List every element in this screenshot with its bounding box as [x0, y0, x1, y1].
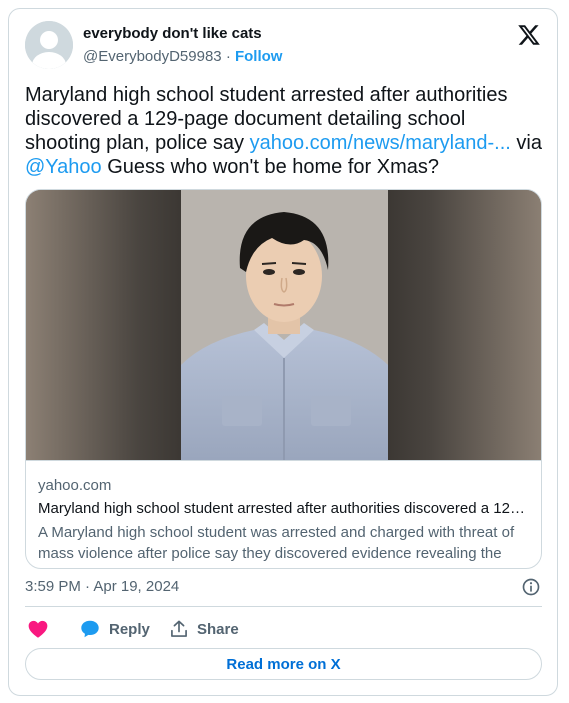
handle-separator: · — [225, 48, 231, 65]
like-button[interactable] — [27, 618, 49, 640]
share-icon — [171, 620, 187, 637]
share-button[interactable]: Share — [169, 618, 239, 640]
follow-link[interactable]: Follow — [235, 48, 283, 65]
reply-bubble-icon — [81, 620, 99, 638]
link-preview-domain: yahoo.com — [38, 477, 112, 494]
tweet-text-via: via — [510, 132, 542, 154]
read-more-button[interactable]: Read more on X — [25, 648, 542, 680]
tweet-timestamp[interactable]: 3:59 PM · Apr 19, 2024 — [25, 578, 179, 595]
tweet-embed-card: everybody don't like cats @EverybodyD599… — [8, 8, 558, 696]
link-preview-card[interactable]: yahoo.com Maryland high school student a… — [25, 189, 542, 569]
link-preview-info: yahoo.com Maryland high school student a… — [26, 460, 541, 568]
author-handle[interactable]: @EverybodyD59983 — [83, 48, 222, 65]
author-name[interactable]: everybody don't like cats — [83, 25, 262, 42]
tweet-text: Maryland high school student arrested af… — [25, 83, 545, 179]
share-label: Share — [197, 620, 239, 638]
reply-button[interactable]: Reply — [79, 618, 150, 640]
avatar[interactable] — [25, 21, 73, 69]
yahoo-mention-link[interactable]: @Yahoo — [25, 156, 102, 178]
link-preview-description: A Maryland high school student was arres… — [38, 524, 515, 562]
link-preview-image — [26, 190, 541, 460]
link-preview-title: Maryland high school student arrested af… — [38, 500, 530, 517]
tweet-text-comment: Guess who won't be home for Xmas? — [101, 156, 439, 178]
reply-label: Reply — [109, 620, 150, 638]
author-handle-row: @EverybodyD59983 · Follow — [83, 48, 282, 65]
x-logo-icon[interactable] — [517, 23, 541, 47]
info-icon[interactable] — [521, 577, 541, 597]
article-link[interactable]: yahoo.com/news/maryland-... — [250, 132, 511, 154]
divider — [25, 606, 542, 607]
heart-icon — [28, 620, 48, 638]
